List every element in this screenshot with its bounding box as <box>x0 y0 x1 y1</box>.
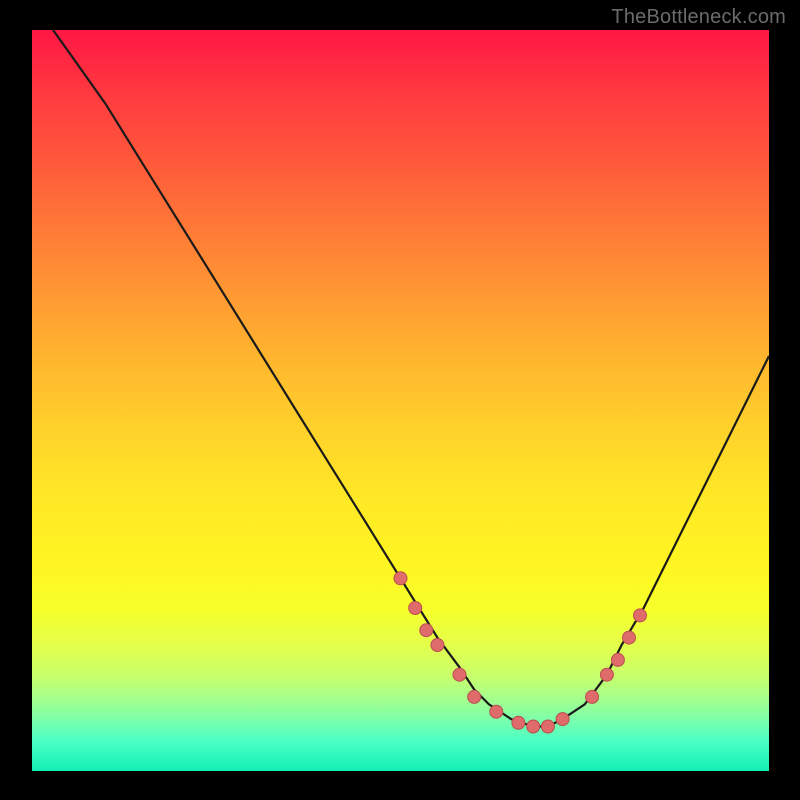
curve-marker-dot <box>409 602 422 615</box>
curve-marker-dot <box>600 668 613 681</box>
curve-marker-dot <box>527 720 540 733</box>
bottleneck-curve <box>32 30 769 771</box>
curve-line <box>32 30 769 726</box>
curve-marker-dot <box>394 572 407 585</box>
curve-marker-dot <box>611 653 624 666</box>
curve-marker-dot <box>512 716 525 729</box>
curve-marker-dot <box>490 705 503 718</box>
curve-marker-dot <box>431 639 444 652</box>
curve-marker-dot <box>586 690 599 703</box>
curve-marker-dot <box>634 609 647 622</box>
watermark-text: TheBottleneck.com <box>611 6 786 29</box>
curve-marker-dot <box>556 713 569 726</box>
plot-area <box>32 30 769 771</box>
curve-marker-dot <box>541 720 554 733</box>
curve-marker-dot <box>623 631 636 644</box>
chart-container: TheBottleneck.com <box>0 0 800 800</box>
curve-markers <box>394 572 647 733</box>
curve-marker-dot <box>420 624 433 637</box>
curve-marker-dot <box>453 668 466 681</box>
curve-marker-dot <box>468 690 481 703</box>
